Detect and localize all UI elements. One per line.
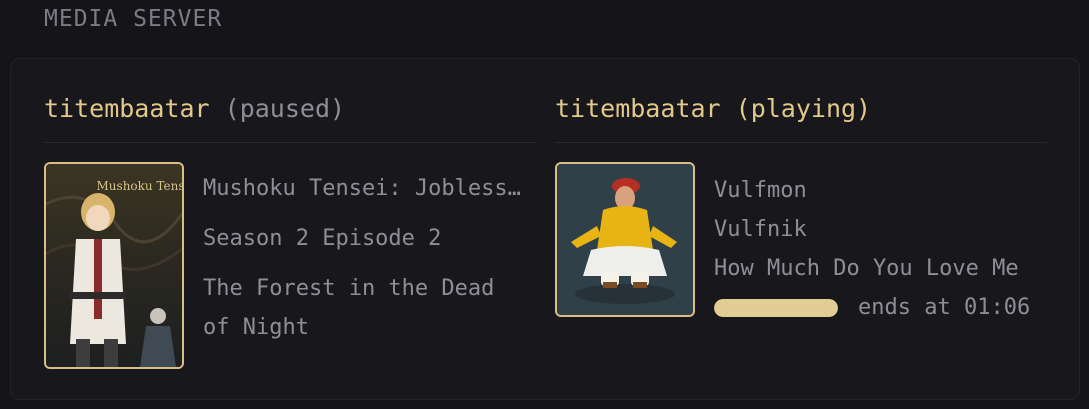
track-meta: Vulfmon Vulfnik How Much Do You Love Me … <box>714 171 1044 327</box>
session-user: titembaatar <box>555 94 721 123</box>
progress-bar-fill <box>714 298 838 317</box>
episode-poster-image[interactable]: Mushoku Tensei <box>44 162 184 369</box>
session-header: titembaatar (playing) <box>555 89 1047 143</box>
poster-artwork: Mushoku Tensei <box>46 164 182 367</box>
ends-at-time: ends at 01:06 <box>858 295 1031 320</box>
album-artwork <box>557 164 693 315</box>
album-cover-image[interactable] <box>555 162 695 317</box>
progress-bar[interactable] <box>714 298 838 317</box>
track-title: How Much Do You Love Me <box>714 256 1019 281</box>
session-card-playing[interactable]: titembaatar (playing) Vulfmon Vulfnik Ho… <box>555 89 1047 320</box>
show-title: Mushoku Tensei: Jobless Reincarnation <box>203 176 533 201</box>
artist-name: Vulfmon <box>714 178 807 203</box>
episode-meta: Mushoku Tensei: Jobless Reincarnation Se… <box>203 169 533 347</box>
session-state: (playing) <box>735 94 872 123</box>
section-title: MEDIA SERVER <box>44 6 223 32</box>
poster-logo-text: Mushoku Tensei <box>97 179 182 193</box>
session-card-paused[interactable]: titembaatar (paused) Mushoku Ten Mushoku… <box>44 89 536 369</box>
season-episode: Season 2 Episode 2 <box>203 226 442 251</box>
media-server-panel: titembaatar (paused) Mushoku Ten Mushoku… <box>10 58 1080 400</box>
session-header: titembaatar (paused) <box>44 89 536 143</box>
episode-title: The Forest in the Dead of Night <box>203 276 495 340</box>
session-user: titembaatar <box>44 94 210 123</box>
album-name: Vulfnik <box>714 217 807 242</box>
playback-progress-row: ends at 01:06 <box>714 288 1044 327</box>
session-state: (paused) <box>224 94 346 123</box>
